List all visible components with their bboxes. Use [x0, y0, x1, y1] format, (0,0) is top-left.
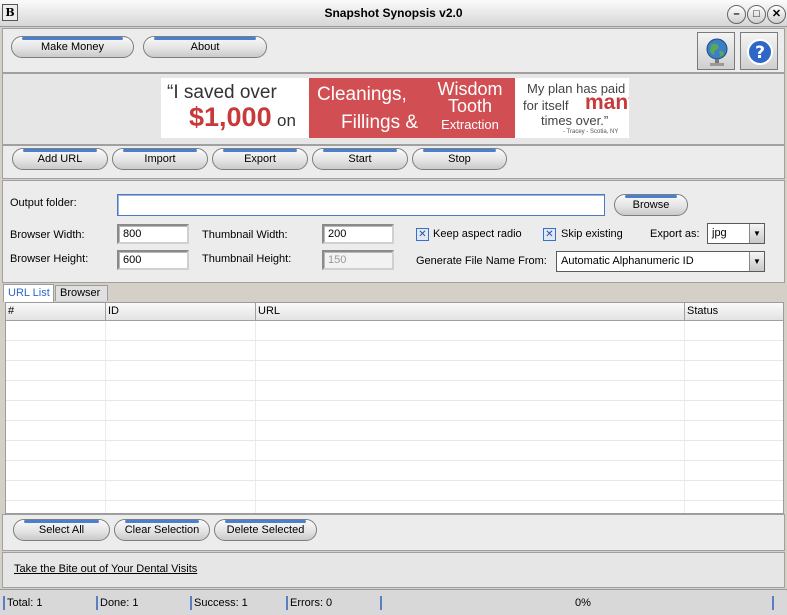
- output-folder-label: Output folder:: [10, 197, 77, 209]
- table-row[interactable]: [6, 441, 783, 461]
- maximize-button[interactable]: □: [747, 5, 766, 24]
- selection-toolbar: Select All Clear Selection Delete Select…: [2, 514, 785, 551]
- status-success: Success: 1: [194, 597, 248, 609]
- file-name-source-value: Automatic Alphanumeric ID: [561, 255, 694, 267]
- svg-text:?: ?: [755, 43, 765, 63]
- chevron-down-icon: ▼: [749, 252, 764, 271]
- stop-button[interactable]: Stop: [412, 148, 507, 170]
- make-money-button[interactable]: Make Money: [11, 36, 134, 58]
- status-divider: [772, 596, 774, 610]
- status-divider: [380, 596, 382, 610]
- table-row[interactable]: [6, 341, 783, 361]
- table-row[interactable]: [6, 421, 783, 441]
- status-divider: [3, 596, 5, 610]
- ad-service-3: Wisdom Tooth: [437, 79, 503, 116]
- file-name-source-select[interactable]: Automatic Alphanumeric ID ▼: [556, 251, 765, 272]
- status-errors: Errors: 0: [290, 597, 333, 609]
- export-as-label: Export as:: [650, 228, 700, 240]
- clear-selection-button[interactable]: Clear Selection: [114, 519, 210, 541]
- footer-panel: Take the Bite out of Your Dental Visits: [2, 552, 785, 588]
- status-divider: [286, 596, 288, 610]
- ad-tagline-2: for itself: [523, 98, 569, 113]
- generate-file-name-label: Generate File Name From:: [416, 255, 547, 267]
- column-header-url[interactable]: URL: [256, 303, 685, 321]
- ad-tagline-many: many: [585, 91, 629, 114]
- table-row[interactable]: [6, 401, 783, 421]
- ad-attribution: - Tracey - Scotia, NY: [563, 129, 619, 135]
- add-url-button[interactable]: Add URL: [12, 148, 108, 170]
- globe-icon: [706, 38, 728, 66]
- ad-banner[interactable]: “I saved over $1,000 on Cleanings, Filli…: [161, 78, 629, 138]
- status-divider: [190, 596, 192, 610]
- import-button[interactable]: Import: [112, 148, 208, 170]
- table-row[interactable]: [6, 361, 783, 381]
- close-button[interactable]: ✕: [767, 5, 786, 24]
- ad-services-panel: Cleanings, Fillings & Wisdom Tooth Extra…: [309, 78, 515, 138]
- tab-url-list[interactable]: URL List: [3, 284, 54, 302]
- table-row[interactable]: [6, 321, 783, 341]
- url-table[interactable]: # ID URL Status: [5, 302, 784, 514]
- thumbnail-height-label: Thumbnail Height:: [202, 253, 292, 265]
- window-title: Snapshot Synopsis v2.0: [324, 6, 463, 20]
- keep-aspect-checkbox[interactable]: ✕: [416, 228, 429, 241]
- tab-strip: URL List Browser: [2, 284, 785, 302]
- start-button[interactable]: Start: [312, 148, 408, 170]
- status-total: Total: 1: [7, 597, 43, 609]
- status-divider: [96, 596, 98, 610]
- browser-height-input[interactable]: 600: [117, 250, 189, 270]
- select-all-button[interactable]: Select All: [13, 519, 110, 541]
- export-format-value: jpg: [712, 227, 727, 239]
- thumbnail-height-input[interactable]: 150: [322, 250, 394, 270]
- chevron-down-icon: ▼: [749, 224, 764, 243]
- skip-existing-label: Skip existing: [561, 228, 623, 240]
- settings-panel: Output folder: Browse Browser Width: 800…: [2, 180, 785, 283]
- export-format-select[interactable]: jpg ▼: [707, 223, 765, 244]
- column-header-number[interactable]: #: [6, 303, 106, 321]
- about-button[interactable]: About: [143, 36, 267, 58]
- status-progress: 0%: [575, 597, 591, 609]
- thumbnail-width-input[interactable]: 200: [322, 224, 394, 244]
- ad-on: on: [277, 111, 296, 130]
- dental-visits-link[interactable]: Take the Bite out of Your Dental Visits: [14, 563, 197, 575]
- ad-tagline-3: times over.”: [541, 113, 609, 128]
- column-header-status[interactable]: Status: [685, 303, 783, 321]
- column-header-id[interactable]: ID: [106, 303, 256, 321]
- delete-selected-button[interactable]: Delete Selected: [214, 519, 317, 541]
- browser-width-input[interactable]: 800: [117, 224, 189, 244]
- browse-button[interactable]: Browse: [614, 194, 688, 216]
- browser-width-label: Browser Width:: [10, 229, 85, 241]
- ad-service-4: Extraction: [441, 117, 499, 132]
- ad-amount: $1,000: [189, 102, 272, 132]
- help-icon: ?: [747, 39, 773, 65]
- ad-service-1: Cleanings,: [317, 84, 407, 105]
- status-bar: Total: 1 Done: 1 Success: 1 Errors: 0 0%: [0, 589, 787, 615]
- help-button[interactable]: ?: [740, 32, 778, 70]
- globe-button[interactable]: [697, 32, 735, 70]
- export-button[interactable]: Export: [212, 148, 308, 170]
- table-row[interactable]: [6, 381, 783, 401]
- table-row[interactable]: [6, 461, 783, 481]
- action-toolbar: Add URL Import Export Start Stop: [2, 145, 785, 179]
- title-bar: B Snapshot Synopsis v2.0 – □ ✕: [0, 0, 787, 27]
- minimize-button[interactable]: –: [727, 5, 746, 24]
- skip-existing-checkbox[interactable]: ✕: [543, 228, 556, 241]
- status-done: Done: 1: [100, 597, 139, 609]
- thumbnail-width-label: Thumbnail Width:: [202, 229, 288, 241]
- ad-quote: “I saved over: [167, 82, 277, 103]
- ad-service-2: Fillings &: [341, 112, 419, 133]
- table-row[interactable]: [6, 501, 783, 513]
- top-toolbar: Make Money About ?: [2, 28, 785, 73]
- table-row[interactable]: [6, 481, 783, 501]
- browser-height-label: Browser Height:: [10, 253, 89, 265]
- ad-banner-area: “I saved over $1,000 on Cleanings, Filli…: [2, 73, 785, 145]
- tab-browser[interactable]: Browser: [55, 285, 108, 301]
- output-folder-input[interactable]: [117, 194, 605, 216]
- keep-aspect-label: Keep aspect radio: [433, 228, 522, 240]
